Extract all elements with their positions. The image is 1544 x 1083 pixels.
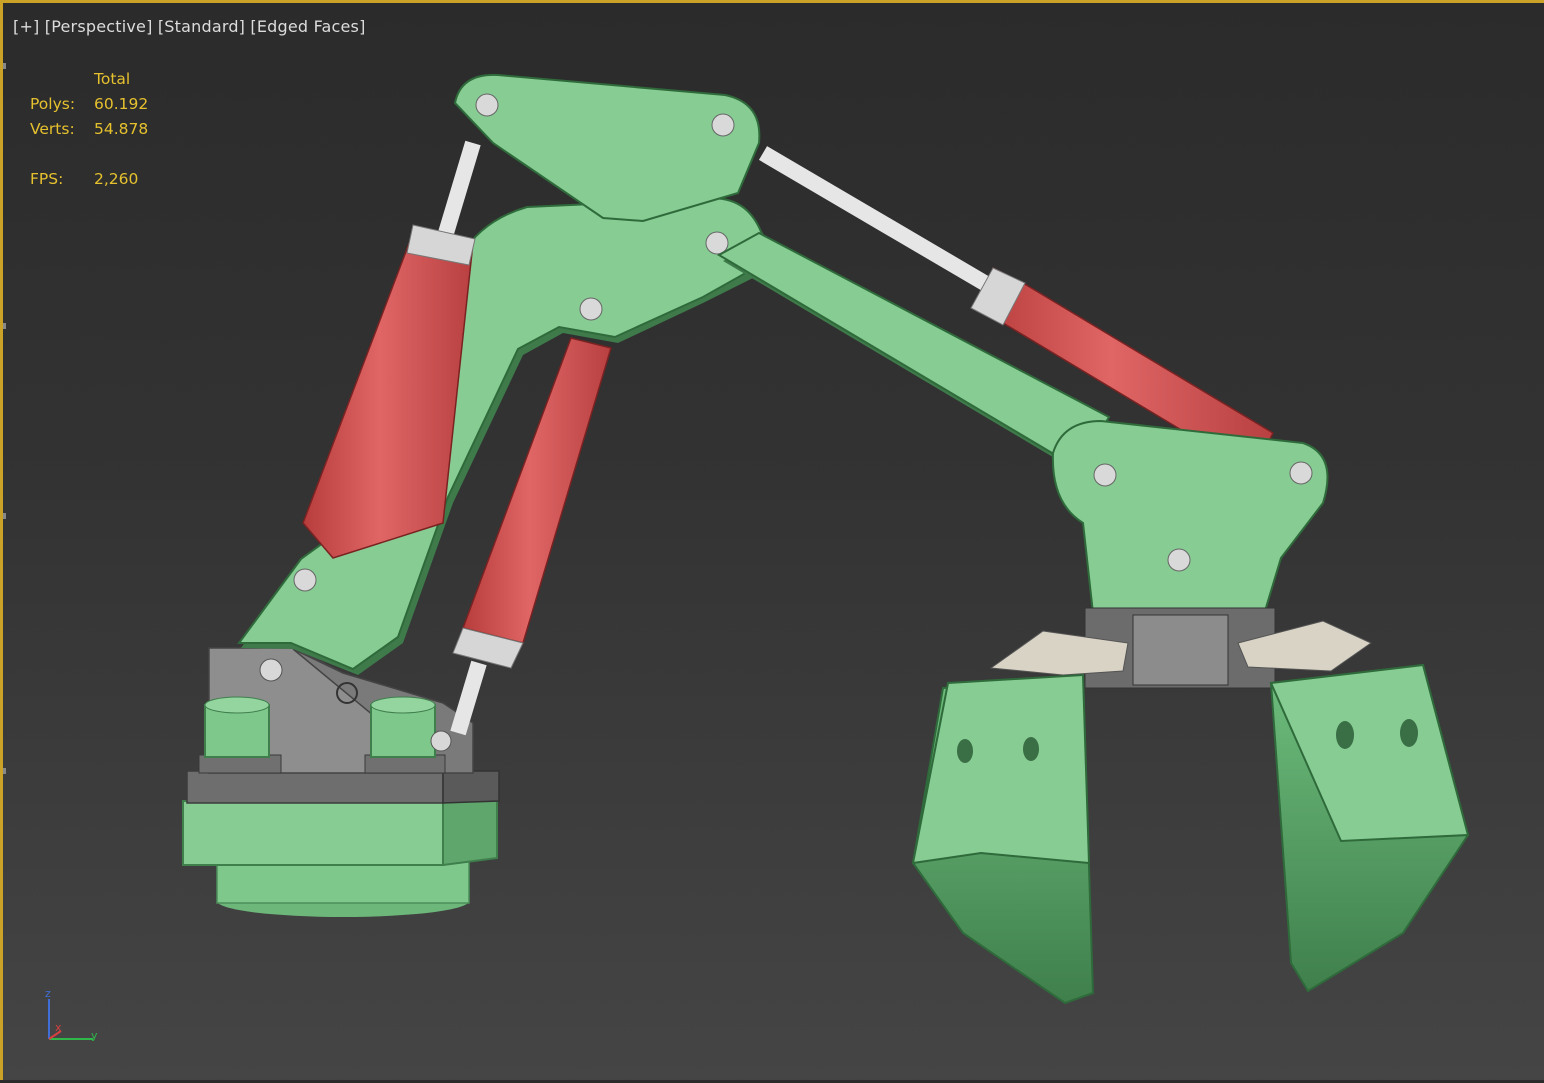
edge-marker — [3, 63, 6, 69]
upper-link[interactable] — [453, 73, 761, 223]
axis-z-label: z — [45, 987, 51, 1000]
gripper-finger-left[interactable] — [911, 673, 1095, 1005]
edge-marker — [3, 323, 6, 329]
wrist-plate[interactable] — [1051, 419, 1329, 615]
gripper-finger-right[interactable] — [1269, 663, 1470, 993]
axis-tripod: z x y — [39, 987, 109, 1047]
base-assembly[interactable] — [182, 647, 500, 917]
edge-marker — [3, 768, 6, 774]
robot-arm-model[interactable] — [3, 3, 1544, 1083]
edge-marker — [3, 513, 6, 519]
axis-x-label: x — [55, 1021, 62, 1034]
axis-y-label: y — [91, 1029, 98, 1042]
gripper-hub[interactable] — [989, 607, 1373, 689]
perspective-viewport[interactable]: [+] [Perspective] [Standard] [Edged Face… — [0, 0, 1544, 1080]
